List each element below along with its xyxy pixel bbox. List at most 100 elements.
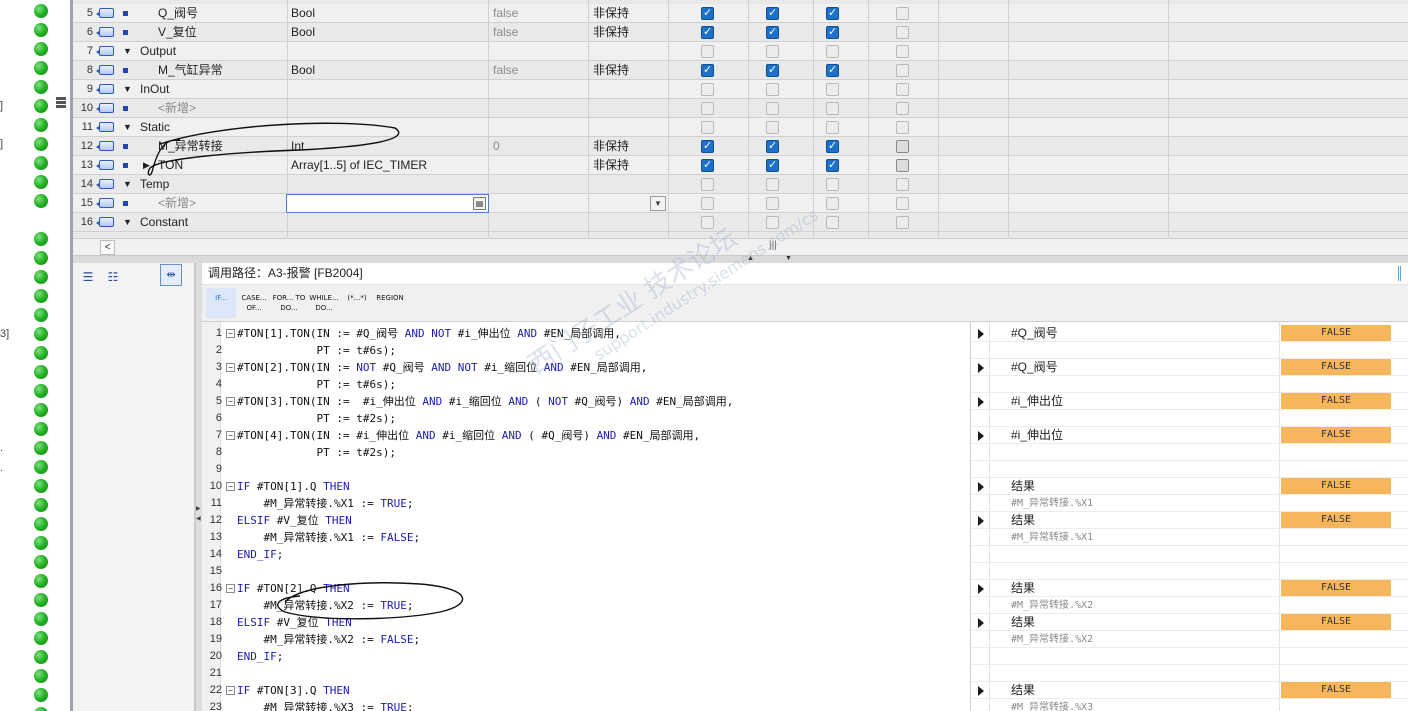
param-default-value[interactable] [493, 156, 588, 175]
param-default-value[interactable] [493, 99, 588, 118]
retain-dropdown-arrow-icon[interactable]: ▼ [650, 196, 666, 211]
param-checkbox[interactable] [701, 216, 714, 229]
param-retain[interactable]: 非保持 [593, 156, 688, 175]
param-checkbox[interactable] [826, 121, 839, 134]
param-default-value[interactable] [493, 213, 588, 232]
param-default-value[interactable]: false [493, 61, 588, 80]
param-checkbox[interactable] [766, 25, 779, 39]
param-checkbox[interactable] [896, 140, 909, 153]
interface-row[interactable]: 11 ▼ Static [73, 118, 1408, 137]
param-retain[interactable]: 非保持 [593, 137, 688, 156]
param-checkbox[interactable] [826, 83, 839, 96]
expand-monitor-icon[interactable] [978, 584, 984, 594]
fold-toggle-icon[interactable]: − [226, 482, 235, 491]
param-datatype[interactable]: Bool [291, 23, 488, 42]
collapse-toggle-icon[interactable]: ▼ [123, 80, 133, 99]
interface-row[interactable]: 6 V_复位 Bool false 非保持 [73, 23, 1408, 42]
param-name[interactable]: Temp [140, 175, 288, 194]
param-checkbox[interactable] [826, 197, 839, 210]
param-checkbox[interactable] [701, 63, 714, 77]
param-checkbox[interactable] [826, 25, 839, 39]
param-retain[interactable]: 非保持 [593, 23, 688, 42]
param-checkbox[interactable] [826, 139, 839, 153]
param-checkbox[interactable] [826, 45, 839, 58]
param-name[interactable]: InOut [140, 80, 288, 99]
param-name[interactable]: Constant [140, 213, 288, 232]
expand-monitor-icon[interactable] [978, 329, 984, 339]
param-datatype[interactable] [291, 99, 488, 118]
insert-if-button[interactable]: IF... [206, 288, 236, 318]
panel-grip-icon[interactable]: ▬ ▬ ▬ [56, 93, 66, 111]
param-name[interactable]: Static [140, 118, 288, 137]
param-retain[interactable] [593, 213, 688, 232]
compare-toggle-icon[interactable]: ⇹ [160, 264, 182, 286]
param-default-value[interactable] [493, 194, 588, 213]
param-checkbox[interactable] [896, 45, 909, 58]
param-checkbox[interactable] [701, 102, 714, 115]
param-checkbox[interactable] [701, 197, 714, 210]
param-checkbox[interactable] [701, 178, 714, 191]
param-default-value[interactable] [493, 175, 588, 194]
fold-toggle-icon[interactable]: − [226, 584, 235, 593]
fold-toggle-icon[interactable]: − [226, 329, 235, 338]
param-name[interactable]: Q_阀号 [140, 4, 288, 23]
param-checkbox[interactable] [766, 6, 779, 20]
interface-row[interactable]: 12 M_异常转接 Int 0 非保持 [73, 137, 1408, 156]
browse-icon[interactable]: ▤ [473, 197, 486, 210]
param-name[interactable]: <新增> [140, 99, 288, 118]
datatype-edit-field[interactable]: ▤ [286, 194, 489, 213]
param-checkbox[interactable] [701, 83, 714, 96]
fold-toggle-icon[interactable]: − [226, 397, 235, 406]
param-datatype[interactable] [291, 118, 488, 137]
insert-comment-button[interactable]: (*...*) [342, 288, 372, 318]
interface-row[interactable]: 16 ▼ Constant [73, 213, 1408, 232]
param-default-value[interactable]: 0 [493, 137, 588, 156]
collapse-toggle-icon[interactable]: ▼ [123, 213, 133, 232]
param-checkbox[interactable] [766, 63, 779, 77]
param-checkbox[interactable] [701, 6, 714, 20]
param-datatype[interactable]: Bool [291, 61, 488, 80]
fold-toggle-icon[interactable]: − [226, 431, 235, 440]
param-checkbox[interactable] [896, 216, 909, 229]
fold-toggle-icon[interactable]: − [226, 363, 235, 372]
param-default-value[interactable] [493, 118, 588, 137]
editor-splitter[interactable]: ▶ ◀ [195, 263, 202, 711]
param-checkbox[interactable] [701, 45, 714, 58]
param-checkbox[interactable] [826, 216, 839, 229]
param-checkbox[interactable] [896, 26, 909, 39]
scroll-left-arrow-icon[interactable]: < [100, 240, 115, 255]
collapse-toggle-icon[interactable]: ▼ [123, 175, 133, 194]
param-retain[interactable] [593, 175, 688, 194]
expand-right-icon[interactable]: ▶ [196, 505, 201, 512]
interface-row[interactable]: 5 Q_阀号 Bool false 非保持 [73, 4, 1408, 23]
param-checkbox[interactable] [766, 197, 779, 210]
collapse-toggle-icon[interactable]: ▼ [123, 118, 133, 137]
param-checkbox[interactable] [701, 25, 714, 39]
expand-monitor-icon[interactable] [978, 482, 984, 492]
collapse-toggle-icon[interactable]: ▼ [123, 42, 133, 61]
param-name[interactable]: V_复位 [140, 23, 288, 42]
interface-row[interactable]: 7 ▼ Output [73, 42, 1408, 61]
param-checkbox[interactable] [701, 121, 714, 134]
expand-array-icon[interactable]: ▶ [143, 156, 150, 175]
param-retain[interactable]: 非保持 [593, 4, 688, 23]
collapse-down-icon[interactable]: ▼ [785, 255, 792, 262]
param-checkbox[interactable] [766, 121, 779, 134]
outdent-list-icon[interactable]: ☷ [104, 269, 122, 285]
param-checkbox[interactable] [766, 102, 779, 115]
expand-monitor-icon[interactable] [978, 516, 984, 526]
param-checkbox[interactable] [896, 83, 909, 96]
param-retain[interactable] [593, 42, 688, 61]
param-name[interactable]: TON [140, 156, 288, 175]
param-checkbox[interactable] [766, 83, 779, 96]
param-datatype[interactable] [291, 80, 488, 99]
param-datatype[interactable] [291, 175, 488, 194]
param-checkbox[interactable] [826, 63, 839, 77]
param-checkbox[interactable] [766, 158, 779, 172]
insert-while-button[interactable]: WHILE... DO... [307, 288, 341, 318]
param-checkbox[interactable] [896, 178, 909, 191]
param-datatype[interactable] [291, 42, 488, 61]
param-checkbox[interactable] [826, 178, 839, 191]
param-datatype[interactable]: Bool [291, 4, 488, 23]
expand-monitor-icon[interactable] [978, 397, 984, 407]
